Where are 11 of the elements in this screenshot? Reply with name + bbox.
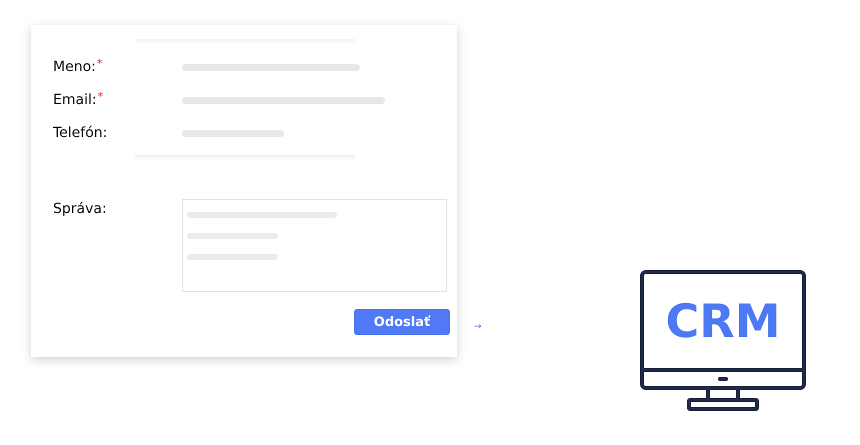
- monitor-text: CRM: [666, 294, 780, 348]
- arrow: →: [474, 322, 482, 332]
- required-mark: *: [98, 90, 104, 103]
- field-label: Správa:: [53, 201, 108, 219]
- message-field[interactable]: [182, 199, 447, 292]
- submit-button[interactable]: Odoslať: [354, 309, 450, 335]
- field-label: Email:: [53, 92, 97, 108]
- field-label: Meno:: [53, 59, 96, 75]
- monitor-base: [687, 398, 759, 411]
- field-label: Telefón:: [53, 125, 108, 141]
- required-mark: *: [96, 57, 102, 70]
